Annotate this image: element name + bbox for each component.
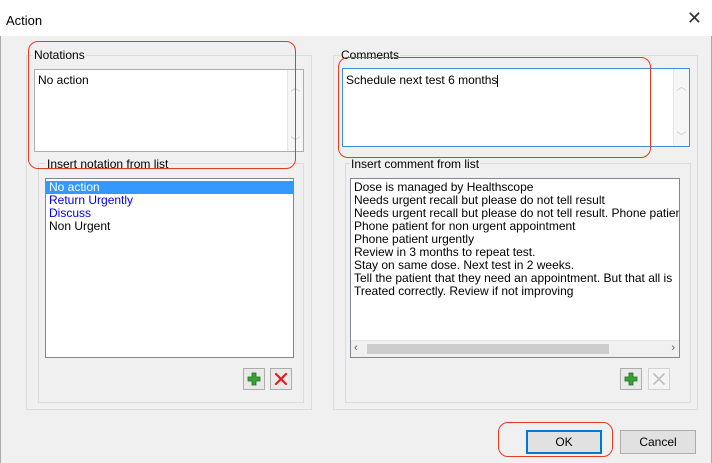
plus-icon <box>247 372 261 386</box>
comment-scrollbar[interactable]: ︿ ﹀ <box>673 69 689 146</box>
comment-list[interactable]: Dose is managed by Healthscope Needs urg… <box>350 178 680 358</box>
comment-list-label: Insert comment from list <box>350 157 481 171</box>
window-title: Action <box>6 13 43 28</box>
delete-notation-button[interactable] <box>270 368 292 390</box>
cancel-button[interactable]: Cancel <box>620 430 696 454</box>
scroll-left-icon[interactable]: ‹ <box>354 342 358 354</box>
add-comment-button[interactable] <box>620 368 642 390</box>
plus-icon <box>624 372 638 386</box>
add-notation-button[interactable] <box>243 368 265 390</box>
close-icon[interactable]: ✕ <box>687 9 702 27</box>
x-icon <box>653 373 665 385</box>
list-item[interactable]: Treated correctly. Review if not improvi… <box>351 285 679 298</box>
delete-comment-button[interactable] <box>648 368 670 390</box>
scroll-thumb[interactable] <box>367 344 609 354</box>
scroll-up-icon[interactable]: ︿ <box>674 78 689 93</box>
comment-hscrollbar[interactable]: ‹ › <box>351 340 679 357</box>
notation-list[interactable]: No action Return Urgently Discuss Non Ur… <box>45 178 294 358</box>
highlight-comments <box>338 57 651 158</box>
list-item[interactable]: Non Urgent <box>46 220 293 233</box>
x-icon <box>274 372 288 386</box>
scroll-right-icon[interactable]: › <box>671 342 675 354</box>
highlight-ok <box>498 422 613 457</box>
title-bar: Action ✕ <box>0 0 712 36</box>
scroll-down-icon[interactable]: ﹀ <box>674 128 689 143</box>
highlight-notations <box>28 41 296 169</box>
